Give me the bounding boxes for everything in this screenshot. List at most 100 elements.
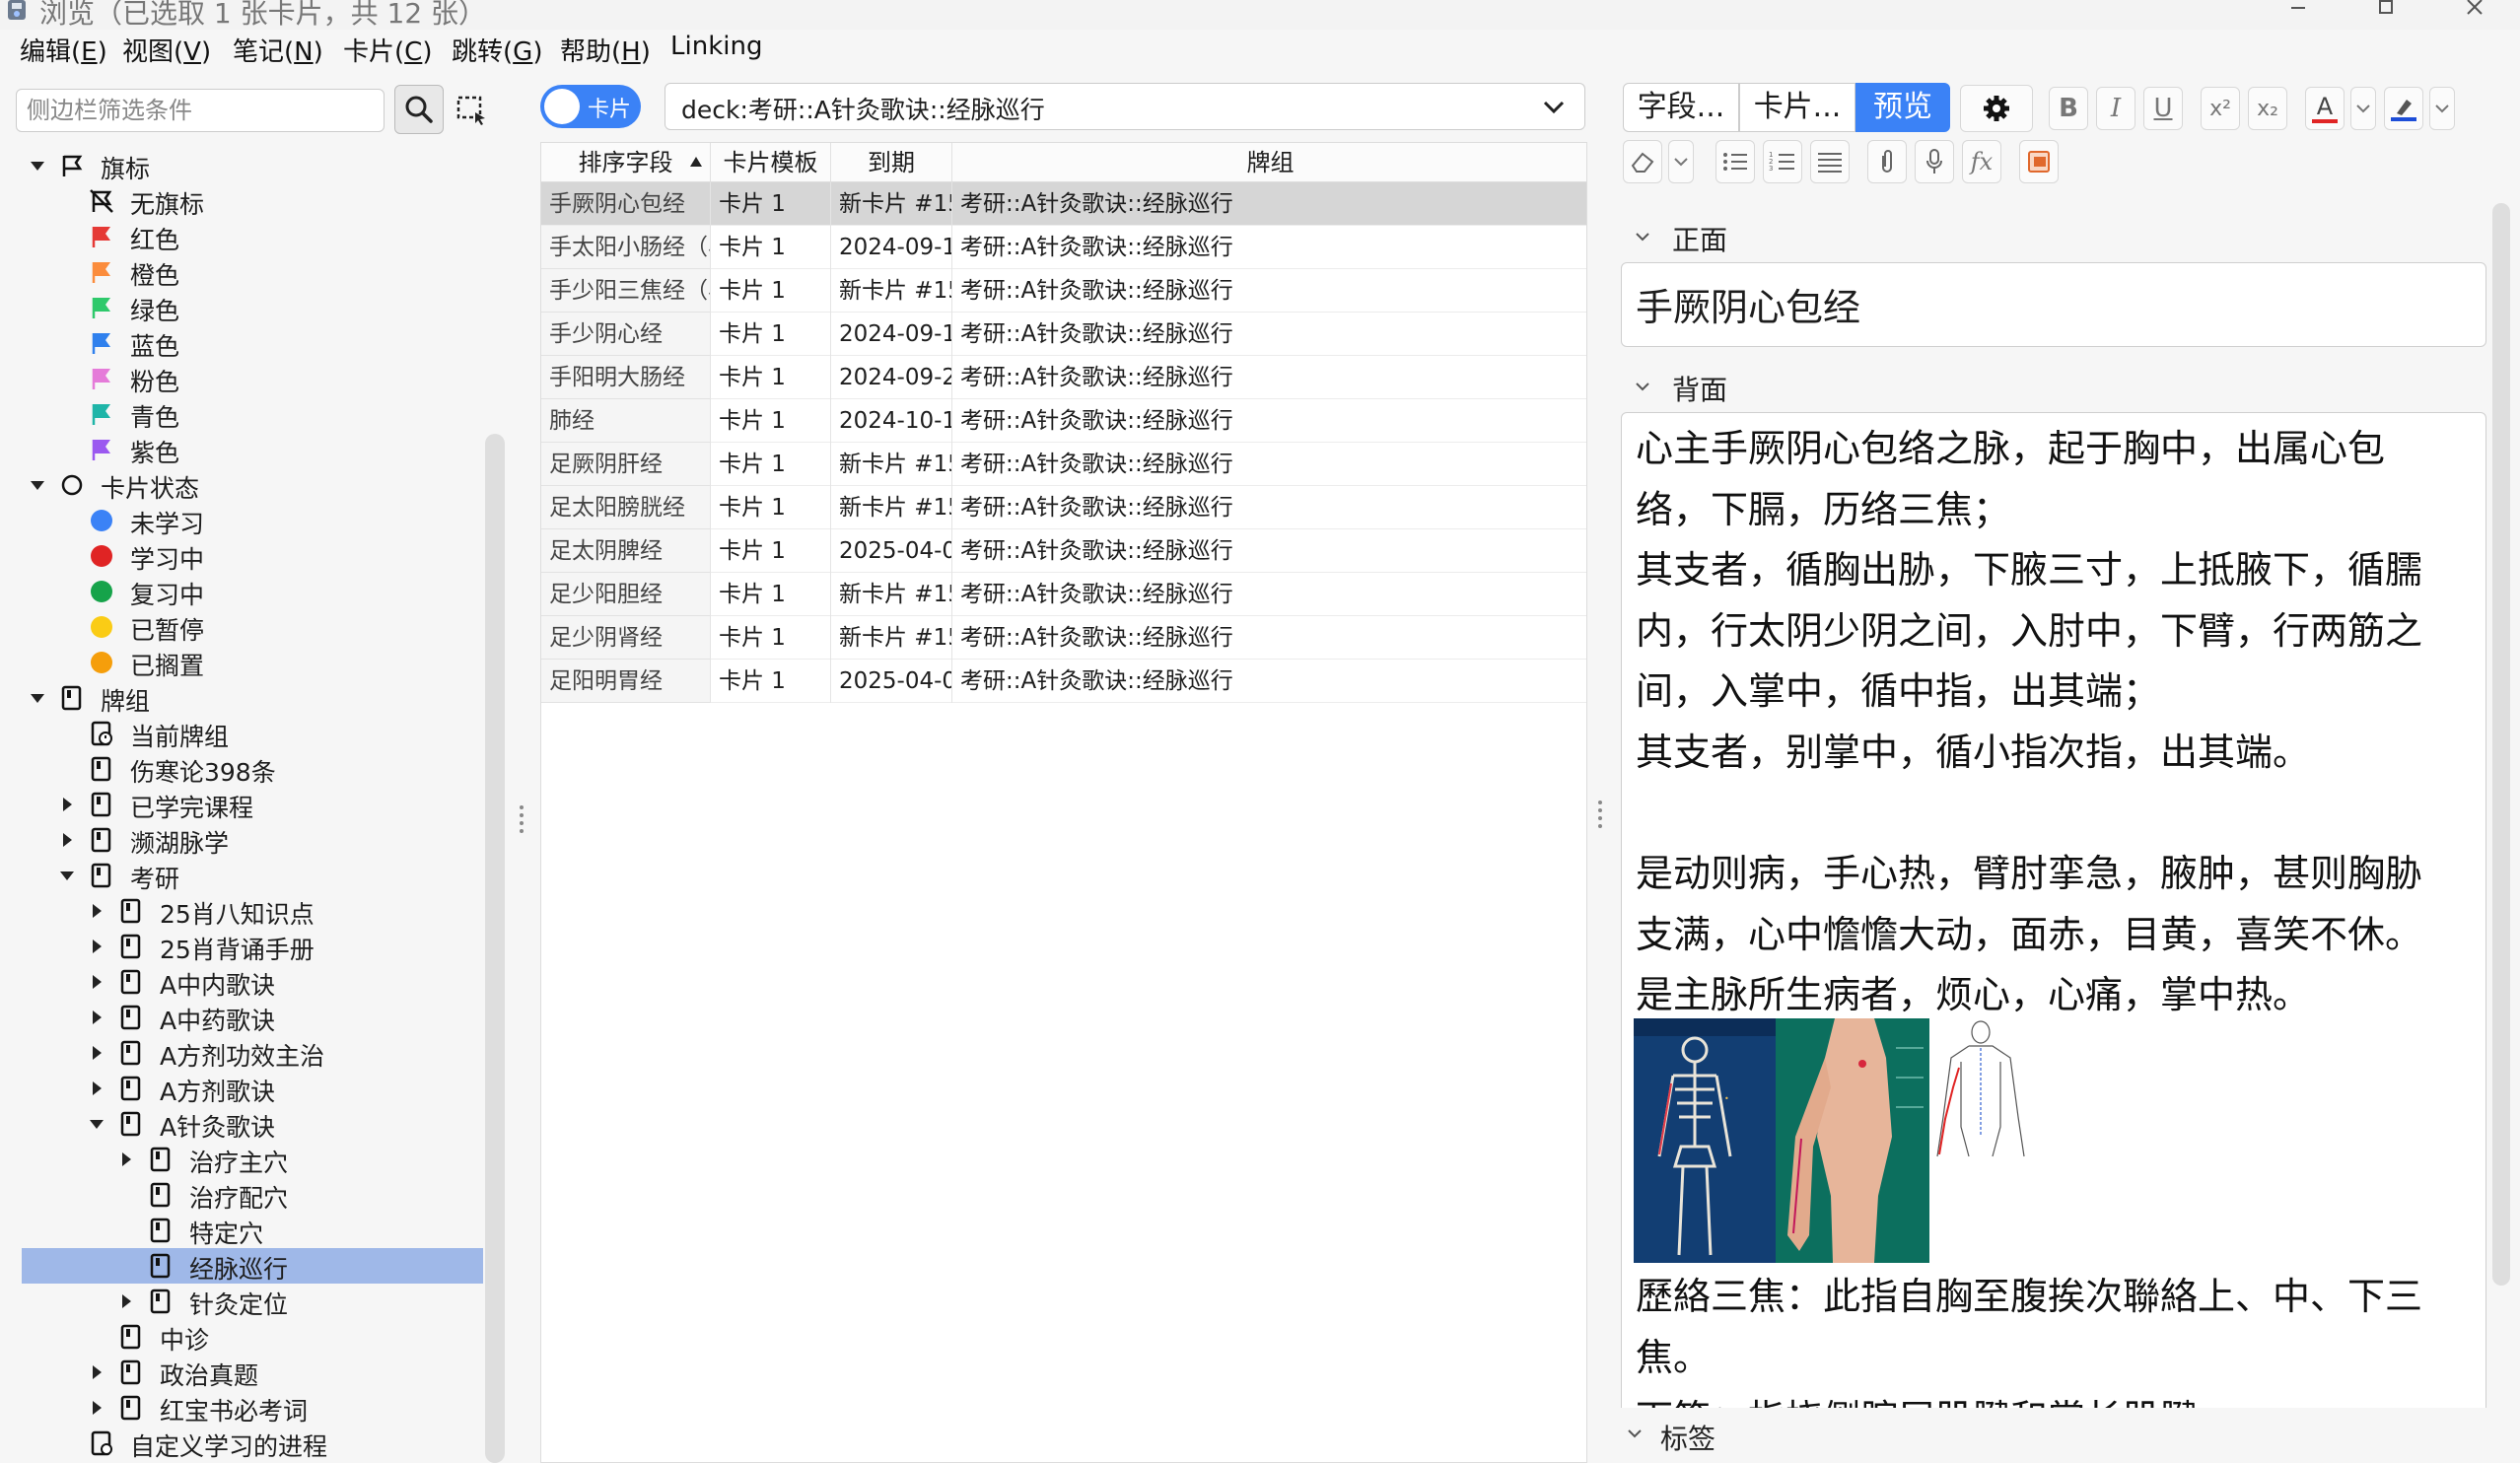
subscript-button[interactable]: x₂	[2248, 87, 2287, 130]
highlight-color-button[interactable]	[2384, 87, 2423, 130]
expand-arrow-closed-icon[interactable]	[59, 832, 75, 848]
sidebar-item-29[interactable]: 治疗配穴	[0, 1177, 483, 1213]
table-row[interactable]: 足太阳膀胱经卡片 1新卡片 #15664... 考研::A针灸歌诀::经脉巡行	[541, 486, 1586, 529]
sidebar-item-5[interactable]: 蓝色	[0, 325, 483, 361]
menu-item-5[interactable]: 帮助(H)	[560, 32, 651, 68]
sidebar-item-0[interactable]: 旗标	[0, 148, 483, 183]
expand-arrow-closed-icon[interactable]	[89, 1080, 105, 1096]
menu-item-1[interactable]: 视图(V)	[122, 32, 211, 68]
italic-button[interactable]: I	[2096, 87, 2135, 130]
sidebar-item-25[interactable]: A方剂功效主治	[0, 1035, 483, 1071]
superscript-button[interactable]: x²	[2201, 87, 2240, 130]
tab-cards[interactable]: 卡片...	[1739, 83, 1855, 132]
expand-arrow-closed-icon[interactable]	[89, 1400, 105, 1416]
sidebar-item-10[interactable]: 未学习	[0, 503, 483, 538]
sidebar-item-17[interactable]: 伤寒论398条	[0, 751, 483, 787]
table-row[interactable]: 足少阳胆经卡片 1新卡片 #15664... 考研::A针灸歌诀::经脉巡行	[541, 573, 1586, 616]
sidebar-item-28[interactable]: 治疗主穴	[0, 1142, 483, 1177]
sidebar-item-11[interactable]: 学习中	[0, 538, 483, 574]
editor-scrollbar[interactable]	[2492, 203, 2510, 1286]
sidebar-item-26[interactable]: A方剂歌诀	[0, 1071, 483, 1106]
collapse-tags-icon[interactable]	[1625, 1424, 1645, 1443]
maximize-icon[interactable]	[2356, 0, 2415, 22]
sidebar-item-7[interactable]: 青色	[0, 396, 483, 432]
sidebar-item-19[interactable]: 濒湖脉学	[0, 822, 483, 858]
table-row[interactable]: 手少阴心经卡片 12024-09-16 考研::A针灸歌诀::经脉巡行	[541, 313, 1586, 356]
table-row[interactable]: 手厥阴心包经卡片 1新卡片 #15664... 考研::A针灸歌诀::经脉巡行	[541, 182, 1586, 226]
sidebar-item-2[interactable]: 红色	[0, 219, 483, 254]
gear-icon[interactable]	[1960, 85, 2033, 132]
menu-item-2[interactable]: 笔记(N)	[233, 32, 323, 68]
expand-arrow-closed-icon[interactable]	[89, 939, 105, 954]
sidebar-item-16[interactable]: 当前牌组	[0, 716, 483, 751]
table-row[interactable]: 肺经卡片 12024-10-13 考研::A针灸歌诀::经脉巡行	[541, 399, 1586, 443]
splitter-handle-right[interactable]	[1595, 799, 1605, 828]
bold-button[interactable]: B	[2049, 87, 2088, 130]
front-field[interactable]: 手厥阴心包经	[1621, 262, 2486, 347]
sidebar-item-22[interactable]: 25肖背诵手册	[0, 929, 483, 964]
expand-arrow-open-icon[interactable]	[30, 690, 45, 706]
sidebar-item-8[interactable]: 紫色	[0, 432, 483, 467]
back-field[interactable]: 心主手厥阴心包络之脉，起于胸中，出属心包 络，下膈，历络三焦； 其支者，循胸出胁，下…	[1621, 412, 2486, 1418]
sidebar-item-32[interactable]: 针灸定位	[0, 1284, 483, 1319]
splitter-handle-left[interactable]	[517, 803, 526, 833]
sidebar-search-button[interactable]	[394, 85, 444, 134]
sidebar-item-31[interactable]: 经脉巡行	[22, 1248, 483, 1284]
sidebar-item-12[interactable]: 复习中	[0, 574, 483, 609]
sidebar-item-27[interactable]: A针灸歌诀	[0, 1106, 483, 1142]
sidebar-item-20[interactable]: 考研	[0, 858, 483, 893]
expand-arrow-closed-icon[interactable]	[89, 1045, 105, 1061]
sidebar-item-13[interactable]: 已暂停	[0, 609, 483, 645]
expand-arrow-closed-icon[interactable]	[89, 1010, 105, 1025]
text-color-dropdown[interactable]	[2350, 87, 2376, 130]
table-row[interactable]: 足少阴肾经卡片 1新卡片 #15664... 考研::A针灸歌诀::经脉巡行	[541, 616, 1586, 660]
sidebar-item-4[interactable]: 绿色	[0, 290, 483, 325]
sidebar-item-18[interactable]: 已学完课程	[0, 787, 483, 822]
expand-arrow-closed-icon[interactable]	[118, 1293, 134, 1309]
sidebar-item-15[interactable]: 牌组	[0, 680, 483, 716]
column-header-due[interactable]: 到期	[831, 143, 952, 182]
sidebar-item-21[interactable]: 25肖八知识点	[0, 893, 483, 929]
sidebar-item-3[interactable]: 橙色	[0, 254, 483, 290]
column-header-sort-field[interactable]: 排序字段	[541, 143, 711, 182]
sidebar-item-33[interactable]: 中诊	[0, 1319, 483, 1355]
select-tool-icon[interactable]	[455, 93, 489, 126]
sidebar-item-9[interactable]: 卡片状态	[0, 467, 483, 503]
expand-arrow-open-icon[interactable]	[30, 158, 45, 174]
underline-button[interactable]: U	[2143, 87, 2183, 130]
minimize-icon[interactable]	[2268, 0, 2327, 22]
table-row[interactable]: 手少阳三焦经（与心包...卡片 1新卡片 #15664... 考研::A针灸歌诀:…	[541, 269, 1586, 313]
expand-arrow-closed-icon[interactable]	[89, 1364, 105, 1380]
sidebar-scrollbar[interactable]	[485, 434, 505, 1463]
menu-item-4[interactable]: 跳转(G)	[452, 32, 542, 68]
expand-arrow-open-icon[interactable]	[89, 1116, 105, 1132]
attachment-icon[interactable]	[1867, 140, 1907, 183]
image-occlusion-icon[interactable]	[2019, 140, 2059, 183]
expand-arrow-closed-icon[interactable]	[118, 1151, 134, 1167]
close-icon[interactable]	[2445, 0, 2504, 22]
browser-search-input[interactable]: deck:考研::A针灸歌诀::经脉巡行	[665, 83, 1585, 130]
expand-arrow-open-icon[interactable]	[59, 868, 75, 883]
tab-fields[interactable]: 字段...	[1623, 83, 1739, 132]
math-function-icon[interactable]: fx	[1962, 140, 2001, 183]
collapse-front-icon[interactable]	[1633, 227, 1652, 246]
bullet-list-icon[interactable]	[1715, 140, 1755, 183]
table-row[interactable]: 足厥阴肝经卡片 1新卡片 #15664... 考研::A针灸歌诀::经脉巡行	[541, 443, 1586, 486]
table-row[interactable]: 足太阴脾经卡片 12025-04-03 考研::A针灸歌诀::经脉巡行	[541, 529, 1586, 573]
text-color-button[interactable]: A	[2305, 87, 2345, 130]
sidebar-item-24[interactable]: A中药歌诀	[0, 1000, 483, 1035]
sidebar-item-30[interactable]: 特定穴	[0, 1213, 483, 1248]
expand-arrow-open-icon[interactable]	[30, 477, 45, 493]
column-header-deck[interactable]: 牌组	[952, 143, 1586, 182]
sidebar-item-36[interactable]: 自定义学习的进程	[0, 1426, 483, 1461]
sidebar-item-35[interactable]: 红宝书必考词	[0, 1390, 483, 1426]
collapse-back-icon[interactable]	[1633, 377, 1652, 396]
menu-item-3[interactable]: 卡片(C)	[343, 32, 432, 68]
table-row[interactable]: 手阳明大肠经卡片 12024-09-25 考研::A针灸歌诀::经脉巡行	[541, 356, 1586, 399]
numbered-list-icon[interactable]: 123	[1763, 140, 1802, 183]
sidebar-filter-input[interactable]	[16, 89, 385, 132]
expand-arrow-closed-icon[interactable]	[89, 974, 105, 990]
sidebar-item-14[interactable]: 已搁置	[0, 645, 483, 680]
table-row[interactable]: 足阳明胃经卡片 12025-04-05 考研::A针灸歌诀::经脉巡行	[541, 660, 1586, 703]
column-header-template[interactable]: 卡片模板	[711, 143, 831, 182]
